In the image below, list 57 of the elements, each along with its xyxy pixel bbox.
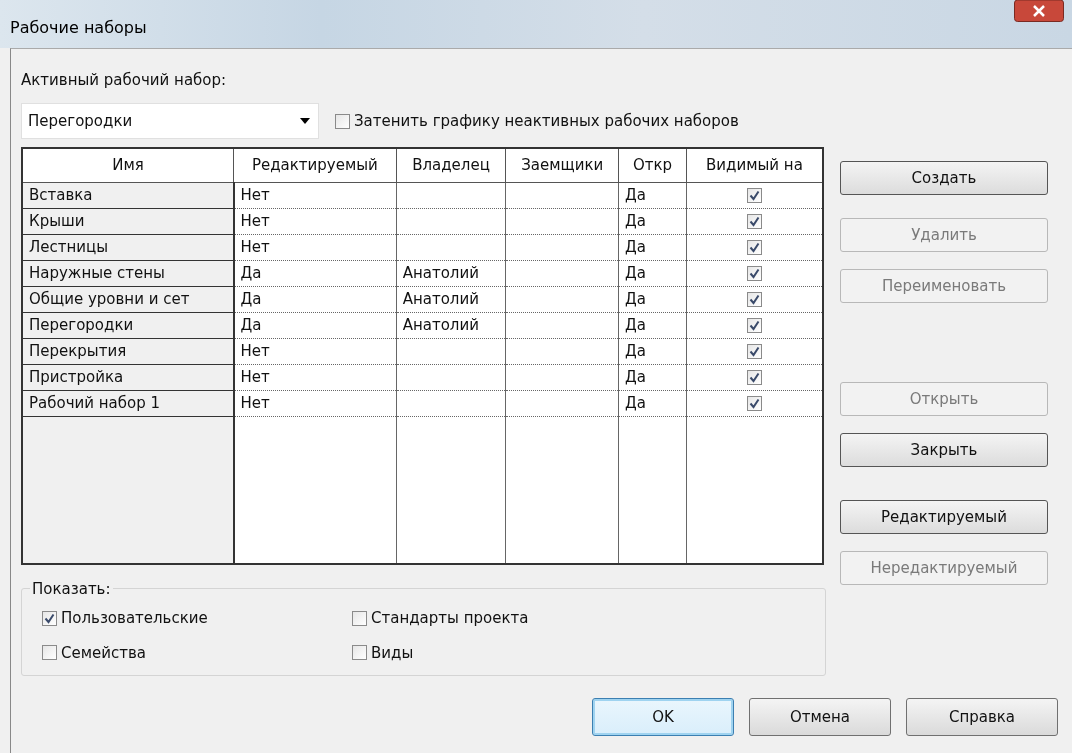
table-cell: Да [625,185,647,204]
checkbox-label: Виды [371,642,414,664]
checkbox[interactable] [42,645,57,661]
table-cell: Да [625,367,647,386]
column-header[interactable]: Заемщики [505,148,619,182]
checkbox-label: Пользовательские [61,608,208,629]
side-button[interactable]: Редактируемый [840,500,1048,534]
checkbox[interactable] [746,343,762,359]
checkbox-label: Семейства [61,642,146,664]
checkbox[interactable] [746,187,762,203]
column-header[interactable]: Имя [22,148,234,182]
dialog-button[interactable]: Справка [906,698,1058,736]
table-cell: Да [625,289,647,308]
checkbox-label: Затенить графику неактивных рабочих наборов [354,110,739,132]
checkbox[interactable] [746,395,762,411]
table-cell: Да [625,393,647,412]
dialog-button[interactable]: OK [592,698,734,736]
row-name[interactable]: Крыши [29,211,85,230]
table-cell: Да [240,263,262,282]
checkbox[interactable] [352,610,367,626]
window-title: Рабочие наборы [10,17,147,39]
table-cell: Анатолий [402,315,479,334]
table-cell: Да [240,289,262,308]
checkbox[interactable] [746,265,762,281]
table-cell: Нет [240,367,270,386]
table-cell: Нет [240,341,270,360]
field-label: Активный рабочий набор: [21,71,227,89]
workset-dropdown[interactable]: Перегородки [21,103,319,139]
checkbox[interactable] [746,213,762,229]
side-button[interactable]: Создать [840,161,1048,195]
checkbox[interactable] [746,291,762,307]
checkbox[interactable] [746,317,762,333]
table-cell: Нет [240,185,270,204]
table-cell: Да [625,263,647,282]
checkbox[interactable] [352,645,367,661]
table-cell: Да [625,315,647,334]
table-cell: Анатолий [402,289,479,308]
table-cell: Анатолий [402,263,479,282]
column-header[interactable]: Владелец [396,148,506,182]
checkbox-label: Стандарты проекта [371,608,529,629]
table-cell: Да [625,341,647,360]
dropdown-arrow-icon[interactable] [300,118,310,124]
column-header[interactable]: Редактируемый [233,148,397,182]
column-header[interactable]: Откр [618,148,687,182]
table-cell: Нет [240,211,270,230]
table-cell: Нет [240,393,270,412]
checkbox[interactable] [746,369,762,385]
table-cell: Да [625,211,647,230]
checkbox[interactable] [335,113,350,129]
table-cell: Да [240,315,262,334]
side-button[interactable]: Закрыть [840,433,1048,467]
close-icon[interactable] [1014,0,1064,22]
table-cell: Да [625,237,647,256]
checkbox[interactable] [42,610,57,626]
table-cell: Нет [240,237,270,256]
checkbox[interactable] [746,239,762,255]
dialog-button[interactable]: Отмена [749,698,891,736]
